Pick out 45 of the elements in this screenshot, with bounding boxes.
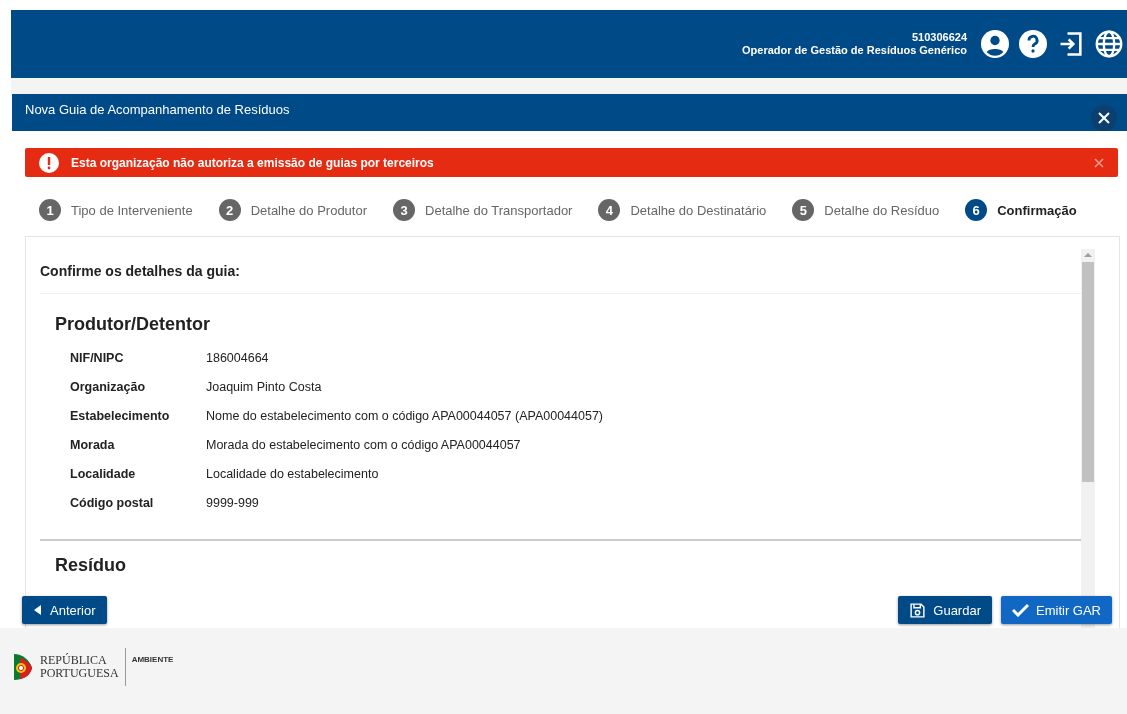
field-value: 9999-999 xyxy=(206,496,260,512)
field-label: NIF/NIPC xyxy=(70,351,125,367)
field-value: 186004664 xyxy=(206,351,270,367)
field-label: Localidade xyxy=(70,467,137,483)
dialog-title: Nova Guia de Acompanhamento de Resíduos xyxy=(25,102,290,117)
ministry-label: AMBIENTE xyxy=(131,655,174,664)
section-title: Resíduo xyxy=(55,555,127,576)
field-label: Organização xyxy=(70,380,147,396)
step-number: 5 xyxy=(792,199,815,221)
step-number: 6 xyxy=(965,199,988,221)
field-label: Código postal xyxy=(70,496,155,512)
step-number: 3 xyxy=(393,199,415,221)
step-number: 2 xyxy=(218,199,241,221)
submit-button[interactable]: Emitir GAR xyxy=(1001,596,1112,624)
close-icon xyxy=(1098,112,1110,124)
back-button[interactable]: Anterior xyxy=(22,596,107,624)
wizard-step[interactable]: 1 Tipo de Interveniente xyxy=(39,199,193,221)
step-number: 4 xyxy=(598,199,621,221)
step-number: 1 xyxy=(39,199,61,221)
close-button[interactable] xyxy=(1091,105,1117,131)
user-icon[interactable] xyxy=(981,30,1009,58)
emblem-icon xyxy=(12,652,34,682)
section-title: Produtor/Detentor xyxy=(55,314,211,335)
wizard-step[interactable]: 5 Detalhe do Resíduo xyxy=(792,199,940,221)
wizard-step[interactable]: 3 Detalhe do Transportador xyxy=(393,199,573,221)
field-value: Joaquim Pinto Costa xyxy=(206,380,323,396)
alert-message: Esta organização não autoriza a emissão de guias por terceiros xyxy=(71,155,435,170)
triangle-left-icon xyxy=(33,605,43,615)
wizard-step[interactable]: 2 Detalhe do Produtor xyxy=(218,199,367,221)
wizard-step[interactable]: 4 Detalhe do Destinatário xyxy=(598,199,767,221)
field-value: Nome do estabelecimento com o código APA00044057 (APA00044057) xyxy=(206,409,605,425)
confirm-heading: Confirme os detalhes da guia: xyxy=(40,237,1081,294)
help-icon[interactable] xyxy=(1019,30,1047,58)
checkmark-icon xyxy=(1012,603,1029,617)
logo-text: REPÚBLICA PORTUGUESA xyxy=(40,654,119,680)
field-value: Morada do estabelecimento com o código APA00044057 xyxy=(206,438,522,454)
user-id: 510306624 xyxy=(911,31,967,44)
wizard-step[interactable]: 6 Confirmação xyxy=(965,199,1077,221)
alert-icon xyxy=(39,152,59,173)
field-label: Estabelecimento xyxy=(70,409,171,425)
save-button[interactable]: Guardar xyxy=(898,596,992,624)
user-role: Operador de Gestão de Resíduos Genérico xyxy=(742,44,967,57)
field-label: Morada xyxy=(70,438,116,454)
globe-icon[interactable] xyxy=(1095,30,1123,58)
field-value: Localidade do estabelecimento xyxy=(206,467,380,483)
